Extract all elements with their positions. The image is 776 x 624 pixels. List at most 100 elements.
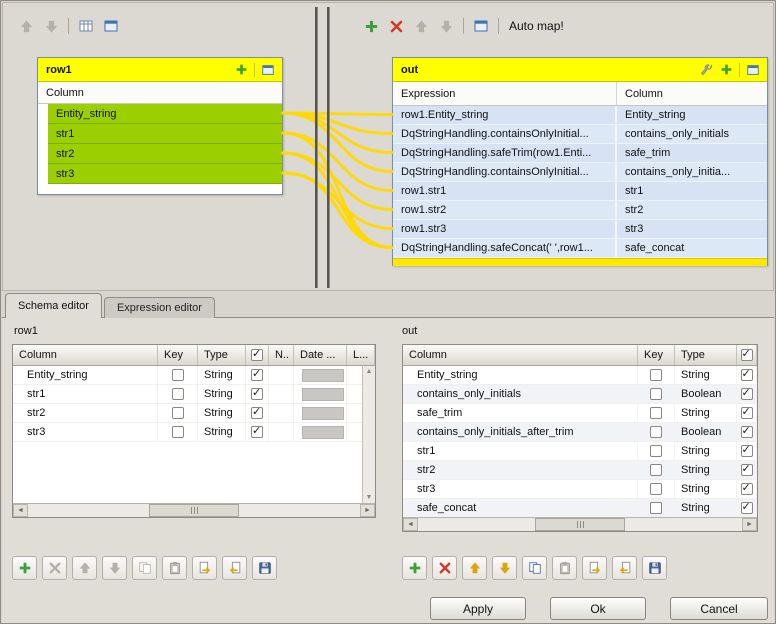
paste-button[interactable] <box>162 556 187 580</box>
expression-cell[interactable]: row1.str2 <box>393 201 617 219</box>
schema-row[interactable]: str2 String <box>403 461 757 480</box>
schema-row[interactable]: contains_only_initials Boolean <box>403 385 757 404</box>
add-row-button[interactable] <box>12 556 37 580</box>
move-down-button[interactable] <box>492 556 517 580</box>
output-row[interactable]: DqStringHandling.containsOnlyInitial...c… <box>393 125 767 144</box>
horizontal-scrollbar[interactable]: ◄ ► <box>13 503 375 517</box>
tab-expression-editor[interactable]: Expression editor <box>104 297 215 318</box>
output-scroll-highlight[interactable] <box>393 258 767 266</box>
move-up-button[interactable] <box>15 15 37 37</box>
minimize-panel-button[interactable] <box>258 60 278 80</box>
move-up-button[interactable] <box>72 556 97 580</box>
input-row[interactable]: Entity_string <box>38 104 282 124</box>
minimize-output-button[interactable] <box>470 15 492 37</box>
remove-row-button[interactable] <box>432 556 457 580</box>
column-cell[interactable]: contains_only_initials <box>617 125 767 143</box>
type-cell[interactable]: String <box>198 385 246 403</box>
column-cell[interactable]: str3 <box>617 220 767 238</box>
header-column[interactable]: Column <box>403 345 638 365</box>
expression-cell[interactable]: DqStringHandling.safeConcat(' ',row1... <box>393 239 617 257</box>
move-down-button[interactable] <box>40 15 62 37</box>
schema-column-name[interactable]: Entity_string <box>403 366 638 384</box>
nullable-checkbox[interactable] <box>251 369 263 381</box>
key-checkbox[interactable] <box>650 388 662 400</box>
add-column-button[interactable] <box>716 60 736 80</box>
input-column-name[interactable]: str2 <box>48 144 282 164</box>
scroll-down-icon[interactable]: ▼ <box>366 494 373 501</box>
header-key[interactable]: Key <box>638 345 675 365</box>
schema-row[interactable]: str1 String <box>13 385 375 404</box>
key-checkbox[interactable] <box>172 426 184 438</box>
schema-column-name[interactable]: contains_only_initials <box>403 385 638 403</box>
splitter-handle[interactable] <box>315 7 318 288</box>
scroll-up-icon[interactable]: ▲ <box>366 368 373 375</box>
export-schema-button[interactable] <box>192 556 217 580</box>
schema-column-name[interactable]: safe_concat <box>403 499 638 517</box>
schema-column-name[interactable]: safe_trim <box>403 404 638 422</box>
remove-output-button[interactable] <box>385 15 407 37</box>
type-cell[interactable]: Boolean <box>675 423 737 441</box>
table-view-button[interactable] <box>75 15 97 37</box>
type-cell[interactable]: String <box>675 499 737 517</box>
schema-column-name[interactable]: str2 <box>403 461 638 479</box>
export-schema-button[interactable] <box>582 556 607 580</box>
type-cell[interactable]: String <box>675 461 737 479</box>
expression-cell[interactable]: row1.str3 <box>393 220 617 238</box>
schema-row[interactable]: contains_only_initials_after_trim Boolea… <box>403 423 757 442</box>
schema-row[interactable]: str3 String <box>13 423 375 442</box>
nullable-checkbox[interactable] <box>741 369 753 381</box>
import-schema-button[interactable] <box>612 556 637 580</box>
key-checkbox[interactable] <box>650 464 662 476</box>
header-length[interactable]: L... <box>347 345 375 365</box>
move-up-output-button[interactable] <box>410 15 432 37</box>
ok-button[interactable]: Ok <box>550 597 646 620</box>
schema-column-name[interactable]: str3 <box>403 480 638 498</box>
column-cell[interactable]: str1 <box>617 182 767 200</box>
nullable-checkbox[interactable] <box>741 426 753 438</box>
remove-row-button[interactable] <box>42 556 67 580</box>
scrollbar-track[interactable] <box>418 518 742 531</box>
type-cell[interactable]: String <box>675 480 737 498</box>
column-cell[interactable]: safe_concat <box>617 239 767 257</box>
header-nullable-checkbox-cell[interactable] <box>737 345 757 365</box>
minimize-input-button[interactable] <box>100 15 122 37</box>
schema-column-name[interactable]: str1 <box>403 442 638 460</box>
scrollbar-track[interactable] <box>28 504 360 517</box>
expression-cell[interactable]: DqStringHandling.containsOnlyInitial... <box>393 163 617 181</box>
input-column-name[interactable]: str3 <box>48 164 282 184</box>
type-cell[interactable]: Boolean <box>675 385 737 403</box>
output-row[interactable]: row1.str3str3 <box>393 220 767 239</box>
import-schema-button[interactable] <box>222 556 247 580</box>
save-schema-button[interactable] <box>252 556 277 580</box>
type-cell[interactable]: String <box>198 404 246 422</box>
schema-row[interactable]: str2 String <box>13 404 375 423</box>
header-nullable[interactable]: N.. <box>269 345 294 365</box>
cancel-button[interactable]: Cancel <box>670 597 768 620</box>
vertical-scrollbar[interactable]: ▲▼ <box>362 366 375 503</box>
move-down-output-button[interactable] <box>435 15 457 37</box>
nullable-checkbox[interactable] <box>741 502 753 514</box>
output-row[interactable]: DqStringHandling.containsOnlyInitial...c… <box>393 163 767 182</box>
schema-row[interactable]: Entity_string String <box>403 366 757 385</box>
expression-cell[interactable]: DqStringHandling.safeTrim(row1.Enti... <box>393 144 617 162</box>
key-checkbox[interactable] <box>650 426 662 438</box>
header-type[interactable]: Type <box>675 345 737 365</box>
schema-column-name[interactable]: str3 <box>13 423 158 441</box>
key-checkbox[interactable] <box>650 407 662 419</box>
add-column-button[interactable] <box>231 60 251 80</box>
move-down-button[interactable] <box>102 556 127 580</box>
nullable-checkbox[interactable] <box>741 445 753 457</box>
schema-column-name[interactable]: contains_only_initials_after_trim <box>403 423 638 441</box>
splitter-handle[interactable] <box>327 7 330 288</box>
key-checkbox[interactable] <box>172 388 184 400</box>
key-checkbox[interactable] <box>650 445 662 457</box>
schema-column-name[interactable]: Entity_string <box>13 366 158 384</box>
schema-column-name[interactable]: str2 <box>13 404 158 422</box>
column-cell[interactable]: str2 <box>617 201 767 219</box>
horizontal-scrollbar[interactable]: ◄ ► <box>403 517 757 531</box>
scrollbar-thumb[interactable] <box>535 518 625 531</box>
type-cell[interactable]: String <box>675 366 737 384</box>
paste-button[interactable] <box>552 556 577 580</box>
column-cell[interactable]: safe_trim <box>617 144 767 162</box>
column-cell[interactable]: Entity_string <box>617 106 767 124</box>
